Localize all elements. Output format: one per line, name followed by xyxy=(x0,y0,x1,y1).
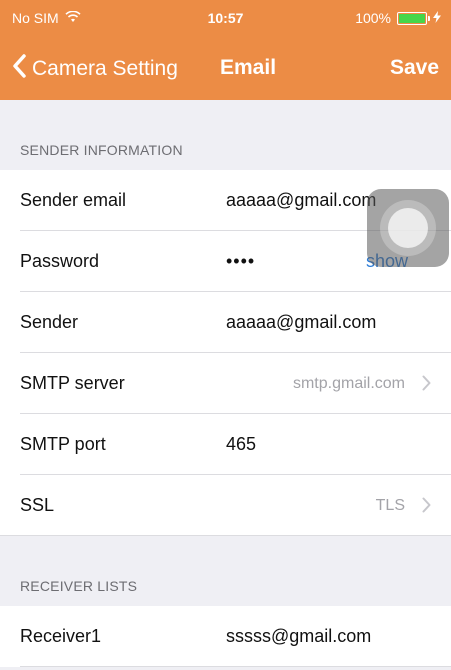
smtp-port-value[interactable]: 465 xyxy=(226,434,256,455)
battery-fill xyxy=(399,13,425,23)
assistive-touch-ring xyxy=(380,200,436,256)
battery-cap xyxy=(428,15,430,21)
navigation-bar: Camera Setting Email Save xyxy=(0,36,451,100)
assistive-touch-button[interactable] xyxy=(367,189,449,267)
chevron-right-icon xyxy=(422,497,431,518)
sender-row[interactable]: Sender aaaaa@gmail.com xyxy=(0,292,451,353)
sender-section-header: SENDER INFORMATION xyxy=(0,100,451,170)
smtp-port-row[interactable]: SMTP port 465 xyxy=(0,414,451,475)
sender-label: Sender xyxy=(20,312,79,332)
ssl-value: TLS xyxy=(375,496,405,514)
receiver-section-header: RECEIVER LISTS xyxy=(0,536,451,606)
sender-email-label: Sender email xyxy=(20,190,127,210)
password-field[interactable]: •••• xyxy=(226,251,255,272)
bolt-icon xyxy=(433,10,441,26)
password-label: Password xyxy=(20,251,100,271)
receiver-value[interactable]: sssss@gmail.com xyxy=(226,626,371,647)
battery-icon xyxy=(397,11,430,25)
receiver-label: Receiver1 xyxy=(20,626,102,646)
smtp-server-value: smtp.gmail.com xyxy=(292,374,405,392)
smtp-server-row[interactable]: SMTP server smtp.gmail.com xyxy=(0,353,451,414)
battery-percent: 100% xyxy=(355,10,391,26)
ssl-label: SSL xyxy=(20,495,55,515)
back-button[interactable]: Camera Setting xyxy=(12,54,178,84)
assistive-touch-icon xyxy=(388,208,428,248)
status-bar: No SIM 10:57 100% xyxy=(0,0,451,36)
settings-content[interactable]: SENDER INFORMATION Sender email aaaaa@gm… xyxy=(0,100,451,670)
receiver-row[interactable]: Receiver1 sssss@gmail.com xyxy=(0,606,451,667)
receiver-section-title: RECEIVER LISTS xyxy=(20,578,138,594)
chevron-right-icon xyxy=(422,375,431,396)
status-right: 100% xyxy=(355,10,441,26)
chevron-left-icon xyxy=(12,54,26,84)
smtp-port-label: SMTP port xyxy=(20,434,106,454)
sender-section-title: SENDER INFORMATION xyxy=(20,142,183,158)
receiver-group: Receiver1 sssss@gmail.com xyxy=(0,606,451,667)
smtp-server-label: SMTP server xyxy=(20,373,125,393)
page-title: Email xyxy=(220,56,277,79)
sender-email-value[interactable]: aaaaa@gmail.com xyxy=(226,190,376,211)
sender-value[interactable]: aaaaa@gmail.com xyxy=(226,312,376,333)
save-button[interactable]: Save xyxy=(390,56,439,80)
ssl-row[interactable]: SSL TLS xyxy=(0,475,451,536)
back-label: Camera Setting xyxy=(32,57,178,80)
